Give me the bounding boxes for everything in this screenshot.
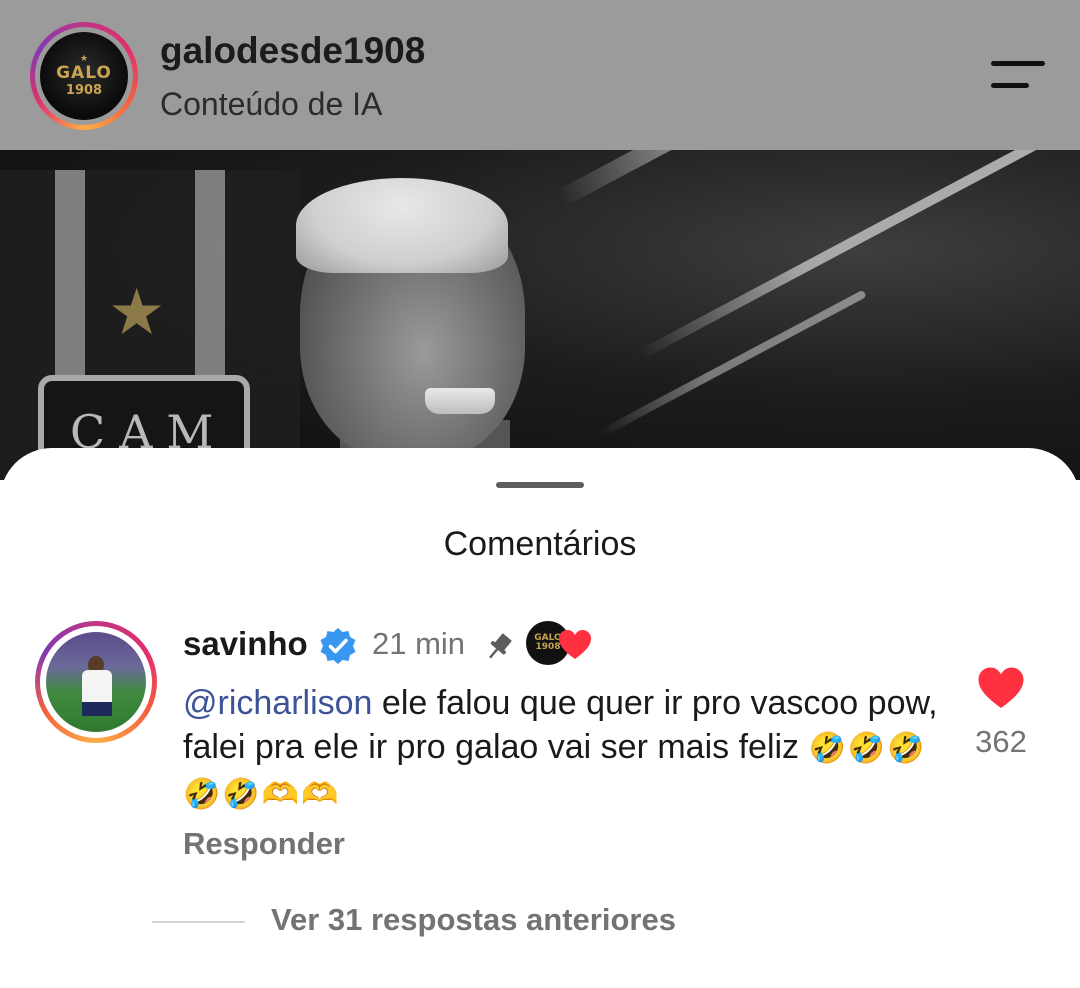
stadium-lights-3 — [598, 289, 867, 438]
commenter-username[interactable]: savinho — [183, 625, 308, 663]
stadium-lights-2 — [637, 150, 1049, 360]
avatar-border: ★ GALO 1908 — [35, 27, 133, 125]
like-count: 362 — [975, 724, 1027, 759]
player-teeth — [425, 388, 495, 414]
commenter-avatar[interactable] — [35, 621, 157, 743]
post-image[interactable]: ★ CAM — [0, 150, 1080, 480]
stadium-lights — [555, 150, 1059, 207]
creator-liked-badge: GALO 1908 — [526, 621, 596, 669]
menu-bar-bottom — [991, 83, 1029, 88]
pin-icon — [489, 633, 512, 659]
ai-content-label[interactable]: Conteúdo de IA — [160, 86, 382, 123]
comment-text: @richarlison ele falou que quer ir pro v… — [183, 681, 943, 817]
player-hair — [296, 178, 508, 273]
heart-icon — [559, 630, 591, 659]
post-username[interactable]: galodesde1908 — [160, 30, 425, 72]
creator-logo-bottom: 1908 — [535, 642, 561, 652]
like-heart-icon[interactable] — [977, 666, 1025, 710]
photo-shirt — [82, 670, 112, 704]
view-replies-button[interactable]: Ver 31 respostas anteriores — [271, 902, 676, 938]
crest-star-icon: ★ — [108, 276, 166, 348]
comment-time: 21 min — [372, 626, 466, 661]
post-header: ★ GALO 1908 galodesde1908 Conteúdo de IA — [0, 0, 1080, 150]
comments-title: Comentários — [443, 525, 637, 563]
drag-handle[interactable] — [496, 482, 584, 488]
menu-bar-top — [991, 61, 1045, 66]
menu-icon[interactable] — [985, 58, 1049, 94]
commenter-photo — [46, 632, 146, 732]
logo-text-bottom: 1908 — [65, 83, 103, 98]
logo-text-top: GALO — [56, 63, 112, 83]
photo-shorts — [82, 702, 112, 716]
reply-button[interactable]: Responder — [183, 826, 345, 862]
verified-badge-icon — [320, 628, 356, 664]
replies-divider — [152, 921, 245, 923]
galo-logo: ★ GALO 1908 — [40, 32, 128, 120]
mention-link[interactable]: @richarlison — [183, 684, 372, 722]
profile-avatar[interactable]: ★ GALO 1908 — [30, 22, 138, 130]
avatar-border — [40, 626, 152, 738]
